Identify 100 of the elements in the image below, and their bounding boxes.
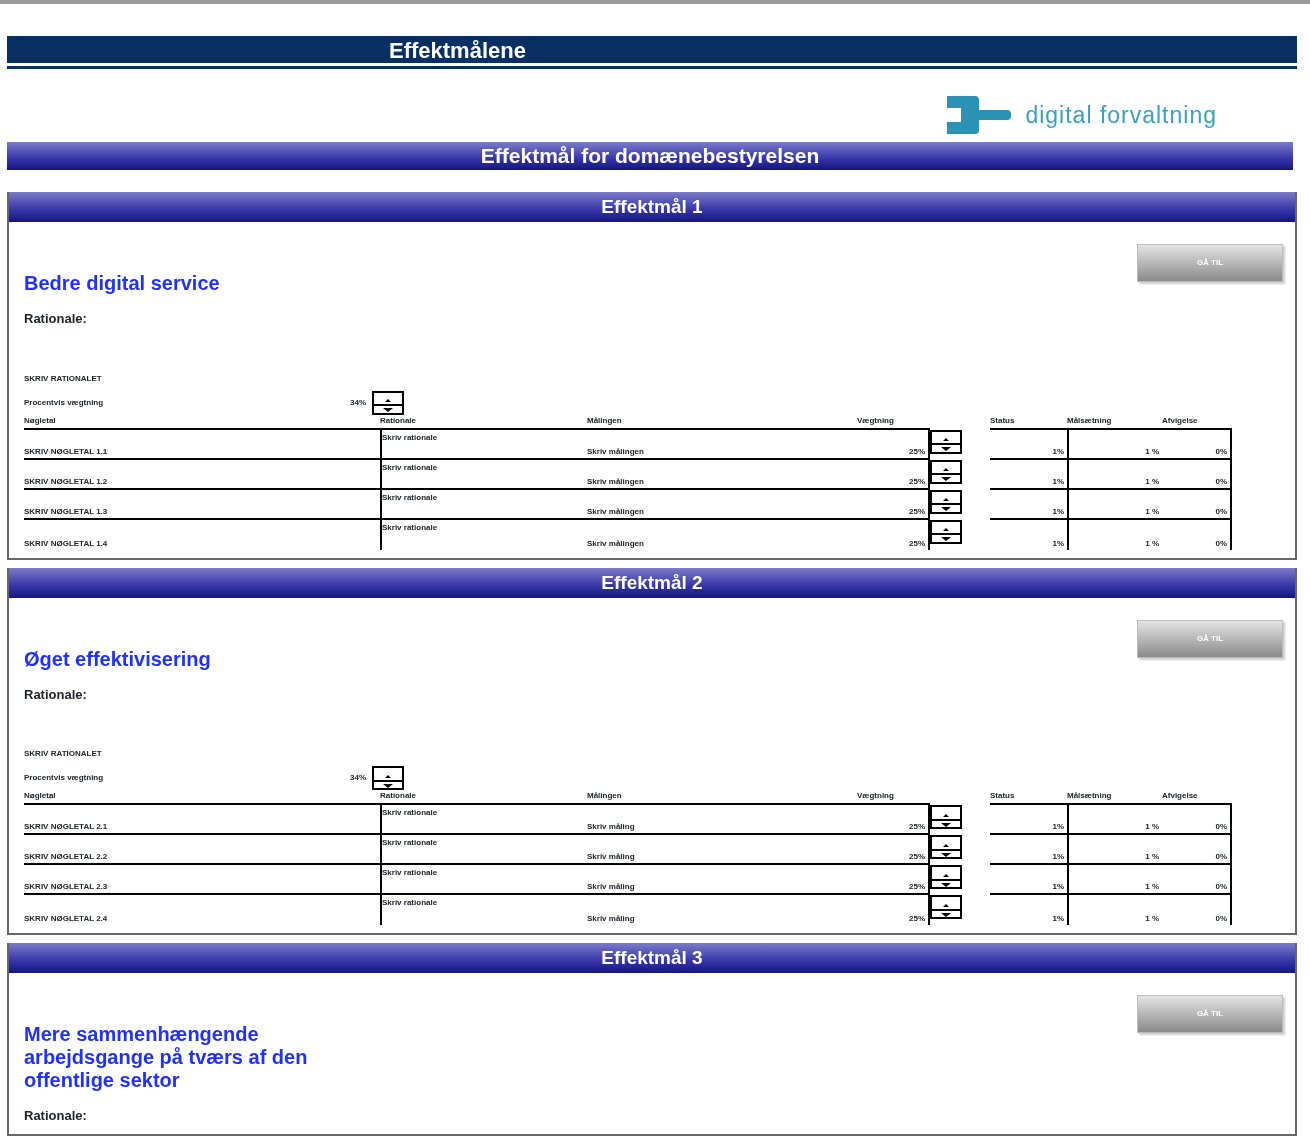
- table-cell: 1%: [1052, 913, 1064, 925]
- table-cell: SKRIV NØGLETAL 1.3: [24, 505, 108, 518]
- column-header: Status: [990, 791, 1015, 800]
- spin-button[interactable]: [372, 766, 404, 790]
- table-cell: Skriv rationale: [382, 807, 438, 819]
- table-cell: Skriv rationale: [382, 897, 438, 909]
- column-header: Målsætning: [1067, 415, 1112, 425]
- table-cell: 25%: [909, 851, 925, 863]
- table-cell: 1%: [1052, 475, 1064, 488]
- rationale-label: Rationale:: [24, 310, 88, 328]
- table-cell: 1 %: [1145, 881, 1159, 893]
- table-cell: 25%: [909, 913, 925, 925]
- table-cell: 25%: [909, 537, 925, 550]
- table-cell: 25%: [909, 881, 925, 893]
- table-cell: 1%: [1052, 505, 1064, 518]
- column-header: Rationale: [380, 415, 416, 425]
- weight-value: 34%: [350, 772, 366, 784]
- table-cell: 1 %: [1145, 821, 1159, 833]
- column-header: Rationale: [380, 791, 416, 800]
- weight-value: 34%: [350, 396, 366, 409]
- table-cell: Skriv rationale: [382, 837, 438, 849]
- table-cell: Skriv rationale: [382, 461, 438, 474]
- column-header: Målingen: [587, 791, 622, 800]
- table-cell: 25%: [909, 821, 925, 833]
- table-cell: 1%: [1052, 445, 1064, 458]
- table-cell: 1%: [1052, 881, 1064, 893]
- table-cell: 25%: [909, 445, 925, 458]
- table-cell: Skriv målingen: [587, 445, 644, 458]
- column-header: Afvigelse: [1162, 791, 1198, 800]
- rationale-label: Rationale:: [24, 1107, 88, 1125]
- section-title: Effektmål for domænebestyrelsen: [7, 142, 1293, 170]
- column-header: Afvigelse: [1162, 415, 1198, 425]
- table-cell: Skriv målingen: [587, 537, 644, 550]
- spin-button[interactable]: [930, 865, 962, 889]
- column-header: Vægtning: [857, 791, 894, 800]
- goal-header: Effektmål 1: [9, 192, 1295, 222]
- spin-button[interactable]: [930, 835, 962, 859]
- table-cell: 1 %: [1145, 505, 1159, 518]
- table-cell: Skriv måling: [587, 881, 635, 893]
- goal-title: Øget effektivisering: [24, 646, 212, 671]
- table-cell: Skriv målingen: [587, 475, 644, 488]
- table-cell: Skriv rationale: [382, 491, 438, 504]
- spin-button[interactable]: [930, 429, 962, 454]
- table-cell: Skriv måling: [587, 821, 635, 833]
- table-cell: Skriv målingen: [587, 505, 644, 518]
- table-cell: SKRIV NØGLETAL 2.3: [24, 881, 108, 893]
- table-cell: SKRIV NØGLETAL 1.1: [24, 445, 108, 458]
- table-cell: 0%: [1215, 881, 1227, 893]
- table-cell: SKRIV NØGLETAL 2.2: [24, 851, 108, 863]
- logo-icon: [947, 96, 1012, 134]
- column-header: Nøgletal: [24, 415, 56, 425]
- table-cell: 1%: [1052, 537, 1064, 550]
- spin-button[interactable]: [930, 489, 962, 514]
- goto-button[interactable]: GÅ TIL: [1137, 244, 1283, 282]
- table-cell: 1 %: [1145, 475, 1159, 488]
- page-title: Effektmålene: [7, 36, 1297, 66]
- table-cell: Skriv rationale: [382, 521, 438, 534]
- column-header: Målsætning: [1067, 791, 1112, 800]
- column-header: Målingen: [587, 415, 622, 425]
- table-cell: Skriv måling: [587, 851, 635, 863]
- table-cell: SKRIV NØGLETAL 2.1: [24, 821, 108, 833]
- spin-button[interactable]: [930, 519, 962, 544]
- table-cell: 1 %: [1145, 537, 1159, 550]
- column-header: Nøgletal: [24, 791, 56, 800]
- table-cell: 0%: [1215, 913, 1227, 925]
- goal-header: Effektmål 2: [9, 567, 1295, 598]
- goal-title: Mere sammenhængende arbejdsgange på tværs af den offentlige sektor: [24, 1022, 309, 1092]
- spin-button[interactable]: [930, 805, 962, 829]
- table-cell: 0%: [1215, 505, 1227, 518]
- column-header: Vægtning: [857, 415, 894, 425]
- goto-button[interactable]: GÅ TIL: [1137, 619, 1283, 658]
- weight-label: Procentvis vægtning: [24, 772, 105, 784]
- table-cell: 0%: [1215, 821, 1227, 833]
- goto-button[interactable]: GÅ TIL: [1137, 995, 1283, 1033]
- spin-button[interactable]: [930, 459, 962, 484]
- table-cell: 0%: [1215, 537, 1227, 550]
- table-cell: 0%: [1215, 445, 1227, 458]
- table-cell: 25%: [909, 505, 925, 518]
- table-cell: Skriv måling: [587, 913, 635, 925]
- table-cell: 1 %: [1145, 445, 1159, 458]
- rationale-label: Rationale:: [24, 685, 88, 704]
- table-cell: SKRIV NØGLETAL 1.2: [24, 475, 108, 488]
- goal-title: Bedre digital service: [24, 271, 221, 295]
- table-cell: Skriv rationale: [382, 867, 438, 879]
- table-cell: 0%: [1215, 851, 1227, 863]
- column-header: Status: [990, 415, 1015, 425]
- table-cell: 0%: [1215, 475, 1227, 488]
- table-cell: SKRIV NØGLETAL 1.4: [24, 537, 108, 550]
- spin-button[interactable]: [372, 390, 404, 415]
- rationale-text: SKRIV RATIONALET: [24, 372, 103, 385]
- table-cell: SKRIV NØGLETAL 2.4: [24, 913, 108, 925]
- goal-header: Effektmål 3: [9, 943, 1295, 973]
- table-cell: 25%: [909, 475, 925, 488]
- rationale-text: SKRIV RATIONALET: [24, 748, 103, 760]
- spin-button[interactable]: [930, 895, 962, 919]
- table-cell: Skriv rationale: [382, 431, 438, 444]
- table-cell: 1%: [1052, 851, 1064, 863]
- weight-label: Procentvis vægtning: [24, 396, 105, 409]
- table-cell: 1 %: [1145, 913, 1159, 925]
- logo-text: digital forvaltning: [1025, 100, 1217, 130]
